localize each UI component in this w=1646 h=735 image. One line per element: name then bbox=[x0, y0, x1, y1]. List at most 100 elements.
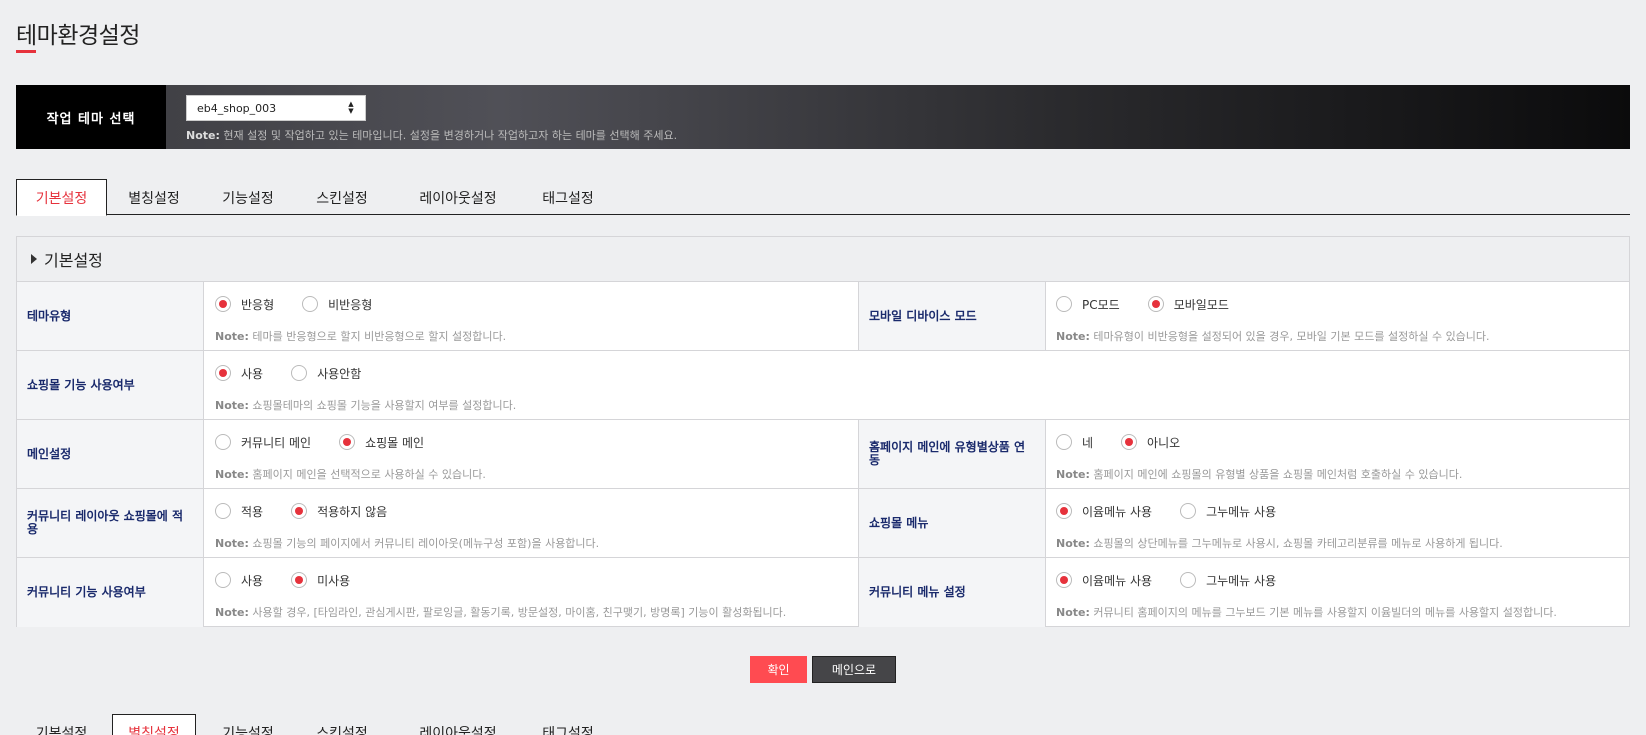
tab-layout[interactable]: 레이아웃설정 bbox=[402, 179, 514, 216]
radio-icon bbox=[291, 503, 308, 519]
radio-option[interactable]: 네 bbox=[1056, 434, 1093, 451]
radio-option[interactable]: 미사용 bbox=[291, 572, 350, 589]
radio-label: 비반응형 bbox=[328, 297, 373, 312]
setting-note: Note: 테마를 반응형으로 할지 비반응형으로 할지 설정합니다. bbox=[215, 328, 848, 344]
theme-select-value: eb4_shop_003 bbox=[197, 101, 277, 115]
setting-note: Note: 쇼핑몰의 상단메뉴를 그누메뉴로 사용시, 쇼핑몰 카테고리분류를 … bbox=[1056, 535, 1620, 551]
tab-function[interactable]: 기능설정 bbox=[206, 179, 290, 216]
go-main-button[interactable]: 메인으로 bbox=[812, 656, 896, 683]
tab-basic[interactable]: 기본설정 bbox=[16, 714, 107, 735]
radio-option[interactable]: 그누메뉴 사용 bbox=[1180, 503, 1276, 520]
setting-note: Note: 사용할 경우, [타임라인, 관심게시판, 팔로잉글, 활동기록, … bbox=[215, 604, 848, 620]
radio-option[interactable]: 모바일모드 bbox=[1147, 296, 1229, 313]
radio-label: 이윰메뉴 사용 bbox=[1082, 504, 1153, 519]
setting-value: 이윰메뉴 사용 그누메뉴 사용 Note: 커뮤니티 홈페이지의 메뉴를 그누보… bbox=[1046, 558, 1630, 627]
radio-option[interactable]: 커뮤니티 메인 bbox=[215, 434, 311, 451]
tab-skin[interactable]: 스킨설정 bbox=[300, 714, 384, 735]
radio-icon bbox=[291, 365, 308, 381]
setting-label: 테마유형 bbox=[17, 282, 204, 350]
note-text: 쇼핑몰의 상단메뉴를 그누메뉴로 사용시, 쇼핑몰 카테고리분류를 메뉴로 사용… bbox=[1089, 537, 1503, 550]
tab-basic[interactable]: 기본설정 bbox=[16, 179, 107, 216]
setting-value: 적용 적용하지 않음 Note: 쇼핑몰 기능의 페이지에서 커뮤니티 레이아웃… bbox=[205, 489, 858, 557]
settings-row: 커뮤니티 레이아웃 쇼핑몰에 적용 적용 적용하지 않음 Note: 쇼핑몰 기… bbox=[17, 489, 1629, 558]
note-text: 커뮤니티 홈페이지의 메뉴를 그누보드 기본 메뉴를 사용할지 이윰빌더의 메뉴… bbox=[1089, 606, 1557, 619]
radio-option[interactable]: 사용 bbox=[215, 365, 263, 382]
radio-option[interactable]: 이윰메뉴 사용 bbox=[1056, 572, 1152, 589]
radio-group-main-products: 네 아니오 bbox=[1056, 432, 1620, 452]
panel-title: 기본설정 bbox=[44, 251, 103, 270]
radio-option[interactable]: 비반응형 bbox=[302, 296, 372, 313]
radio-option[interactable]: 사용안함 bbox=[291, 365, 361, 382]
radio-option[interactable]: 적용하지 않음 bbox=[291, 503, 387, 520]
setting-value: 사용 미사용 Note: 사용할 경우, [타임라인, 관심게시판, 팔로잉글,… bbox=[205, 558, 858, 627]
radio-group-community-use: 사용 미사용 bbox=[215, 570, 848, 590]
setting-value: 사용 사용안함 Note: 쇼핑몰테마의 쇼핑몰 기능을 사용할지 여부를 설정… bbox=[205, 351, 1630, 419]
tab-tag[interactable]: 태그설정 bbox=[526, 714, 610, 735]
radio-option[interactable]: 이윰메뉴 사용 bbox=[1056, 503, 1152, 520]
confirm-button[interactable]: 확인 bbox=[750, 656, 807, 683]
radio-label: 적용 bbox=[241, 504, 264, 519]
radio-group-shop-use: 사용 사용안함 bbox=[215, 363, 1620, 383]
theme-select-label: 작업 테마 선택 bbox=[16, 85, 166, 149]
radio-option[interactable]: PC모드 bbox=[1056, 296, 1120, 313]
radio-label: 반응형 bbox=[241, 297, 275, 312]
radio-option[interactable]: 아니오 bbox=[1121, 434, 1180, 451]
radio-icon bbox=[215, 434, 231, 450]
radio-group-community-layout: 적용 적용하지 않음 bbox=[215, 501, 848, 521]
setting-label: 쇼핑몰 기능 사용여부 bbox=[17, 351, 204, 419]
radio-option[interactable]: 사용 bbox=[215, 572, 263, 589]
tab-function[interactable]: 기능설정 bbox=[206, 714, 290, 735]
radio-label: 적용하지 않음 bbox=[317, 504, 388, 519]
caret-right-icon bbox=[31, 254, 37, 264]
radio-label: 이윰메뉴 사용 bbox=[1082, 573, 1153, 588]
radio-label: 미사용 bbox=[317, 573, 351, 588]
radio-icon bbox=[1121, 434, 1138, 450]
note-label: Note: bbox=[1056, 606, 1090, 619]
radio-option[interactable]: 그누메뉴 사용 bbox=[1180, 572, 1276, 589]
radio-icon bbox=[1180, 572, 1197, 588]
note-label: Note: bbox=[1056, 330, 1090, 343]
radio-icon bbox=[1147, 296, 1164, 312]
radio-label: 그누메뉴 사용 bbox=[1206, 504, 1277, 519]
radio-option[interactable]: 적용 bbox=[215, 503, 263, 520]
setting-value: PC모드 모바일모드 Note: 테마유형이 비반응형을 설정되어 있을 경우,… bbox=[1046, 282, 1630, 350]
settings-row: 테마유형 반응형 비반응형 Note: 테마를 반응형으로 할지 비반응형으로 … bbox=[17, 282, 1629, 351]
note-text: 쇼핑몰테마의 쇼핑몰 기능을 사용할지 여부를 설정합니다. bbox=[248, 399, 517, 412]
radio-label: PC모드 bbox=[1082, 297, 1120, 312]
setting-value: 커뮤니티 메인 쇼핑몰 메인 Note: 홈페이지 메인을 선택적으로 사용하실… bbox=[205, 420, 858, 488]
radio-group-main-setting: 커뮤니티 메인 쇼핑몰 메인 bbox=[215, 432, 848, 452]
radio-label: 사용 bbox=[241, 573, 264, 588]
radio-option[interactable]: 반응형 bbox=[215, 296, 274, 313]
tab-layout[interactable]: 레이아웃설정 bbox=[402, 714, 514, 735]
setting-label: 메인설정 bbox=[17, 420, 204, 488]
tab-tag[interactable]: 태그설정 bbox=[526, 179, 610, 216]
note-text: 테마를 반응형으로 할지 비반응형으로 할지 설정합니다. bbox=[248, 330, 507, 343]
radio-icon bbox=[1056, 572, 1072, 588]
setting-note: Note: 홈페이지 메인을 선택적으로 사용하실 수 있습니다. bbox=[215, 466, 848, 482]
radio-icon bbox=[1180, 503, 1197, 519]
radio-icon bbox=[215, 572, 231, 588]
settings-row: 커뮤니티 기능 사용여부 사용 미사용 Note: 사용할 경우, [타임라인,… bbox=[17, 558, 1629, 627]
note-label: Note: bbox=[186, 129, 220, 142]
radio-icon bbox=[1056, 434, 1072, 450]
setting-note: Note: 테마유형이 비반응형을 설정되어 있을 경우, 모바일 기본 모드를… bbox=[1056, 328, 1620, 344]
tab-alias[interactable]: 별칭설정 bbox=[112, 179, 196, 216]
tab-skin[interactable]: 스킨설정 bbox=[300, 179, 384, 216]
note-label: Note: bbox=[1056, 537, 1090, 550]
setting-label: 홈페이지 메인에 유형별상품 연동 bbox=[858, 420, 1046, 488]
tab-alias[interactable]: 별칭설정 bbox=[112, 714, 196, 735]
note-text: 홈페이지 메인을 선택적으로 사용하실 수 있습니다. bbox=[248, 468, 486, 481]
note-text: 사용할 경우, [타임라인, 관심게시판, 팔로잉글, 활동기록, 방문설정, … bbox=[248, 606, 787, 619]
theme-select-dropdown[interactable]: eb4_shop_003 ▲ ▼ bbox=[186, 95, 366, 121]
radio-icon bbox=[215, 503, 231, 519]
radio-option[interactable]: 쇼핑몰 메인 bbox=[339, 434, 424, 451]
setting-value: 반응형 비반응형 Note: 테마를 반응형으로 할지 비반응형으로 할지 설정… bbox=[205, 282, 858, 350]
settings-tabs-bottom: 기본설정 별칭설정 기능설정 스킨설정 레이아웃설정 태그설정 bbox=[16, 714, 1630, 735]
radio-group-shop-menu: 이윰메뉴 사용 그누메뉴 사용 bbox=[1056, 501, 1620, 521]
setting-note: Note: 커뮤니티 홈페이지의 메뉴를 그누보드 기본 메뉴를 사용할지 이윰… bbox=[1056, 604, 1620, 620]
theme-select-note: Note: 현재 설정 및 작업하고 있는 테마입니다. 설정을 변경하거나 작… bbox=[186, 127, 677, 143]
settings-tabs-top: 기본설정 별칭설정 기능설정 스킨설정 레이아웃설정 태그설정 bbox=[16, 179, 1630, 216]
radio-icon bbox=[339, 434, 356, 450]
note-text: 테마유형이 비반응형을 설정되어 있을 경우, 모바일 기본 모드를 설정하실 … bbox=[1089, 330, 1490, 343]
radio-label: 네 bbox=[1082, 435, 1094, 450]
